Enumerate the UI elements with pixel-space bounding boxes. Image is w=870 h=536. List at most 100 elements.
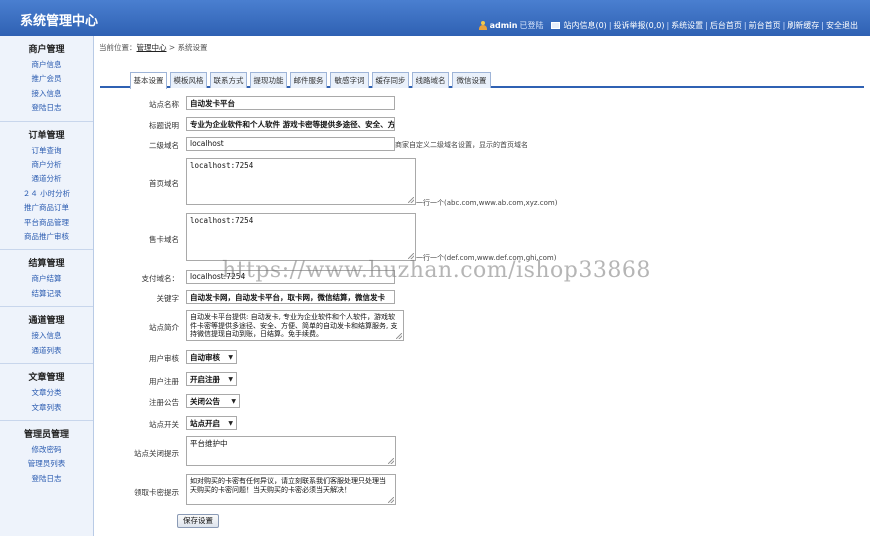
breadcrumb-home-link[interactable]: 管理中心 xyxy=(137,43,167,52)
resize-grip-icon[interactable] xyxy=(388,497,394,503)
save-settings-button[interactable]: 保存设置 xyxy=(177,514,219,528)
site-intro-textarea[interactable]: 自动发卡平台提供: 自动发卡, 专业为企业软件和个人软件，游戏软件卡密等提供多途… xyxy=(186,310,404,341)
tab-contact[interactable]: 联系方式 xyxy=(210,72,247,88)
sidebar-item-article-list[interactable]: 文章列表 xyxy=(0,401,93,415)
sidebar-group-title: 通道管理 xyxy=(28,316,65,327)
resize-grip-icon[interactable] xyxy=(408,253,414,259)
site-switch-select[interactable]: 站点开启 ▼ xyxy=(186,416,237,430)
sidebar-group-title: 订单管理 xyxy=(28,130,65,141)
title-desc-input[interactable]: 专业为企业软件和个人软件 游戏卡密等提供多途径、安全、方 xyxy=(186,117,395,131)
site-closed-tip-textarea[interactable]: 平台维护中 xyxy=(186,436,396,466)
breadcrumb: 当前位置：管理中心 > 系统设置 xyxy=(99,43,208,52)
tab-template[interactable]: 模板风格 xyxy=(170,72,207,88)
user-review-label: 用户审核 xyxy=(149,354,179,363)
keywords-label: 关键字 xyxy=(156,294,180,303)
user-icon xyxy=(478,21,487,30)
sidebar-group-merchant: 商户管理 商户信息 推广会员 接入信息 登陆日志 xyxy=(0,36,93,122)
top-header: 系统管理中心 admin 已登陆 站内信息(0) | 投诉举报(0,0) | 系… xyxy=(0,0,870,36)
pay-domain-input[interactable]: localhost:7254 xyxy=(186,270,395,284)
card-domain-hint: 一行一个(def.com,www.def.com,ghi.com) xyxy=(416,254,557,262)
tab-mail[interactable]: 邮件服务 xyxy=(290,72,327,88)
sidebar-item-24h-analysis[interactable]: ２４ 小时分析 xyxy=(0,187,93,201)
site-switch-label: 站点开关 xyxy=(149,420,179,429)
site-closed-tip-label: 站点关闭提示 xyxy=(134,449,179,458)
sidebar: 商户管理 商户信息 推广会员 接入信息 登陆日志 订单管理 订单查询 商户分析 … xyxy=(0,36,94,536)
sidebar-item-login-log[interactable]: 登陆日志 xyxy=(0,101,93,115)
tab-withdraw[interactable]: 提现功能 xyxy=(250,72,287,88)
sidebar-item-admin-list[interactable]: 管理员列表 xyxy=(0,457,93,471)
sidebar-item-merchant-settle[interactable]: 商户结算 xyxy=(0,272,93,286)
sidebar-group-channels: 通道管理 接入信息 通道列表 xyxy=(0,307,93,365)
home-domain-hint: 一行一个(abc.com,www.ab.com,xyz.com) xyxy=(416,199,558,207)
sidebar-group-title: 商户管理 xyxy=(28,45,65,55)
tab-cache-sync[interactable]: 缓存同步 xyxy=(372,72,409,88)
tab-wechat[interactable]: 微信设置 xyxy=(452,72,491,88)
sidebar-group-admins: 管理员管理 修改密码 管理员列表 登陆日志 xyxy=(0,421,93,491)
sidebar-group-settlement: 结算管理 商户结算 结算记录 xyxy=(0,250,93,308)
mail-icon xyxy=(551,22,561,29)
nav-system-settings[interactable]: 系统设置 xyxy=(671,20,703,31)
site-name-input[interactable]: 自动发卡平台 xyxy=(186,96,395,110)
chevron-down-icon: ▼ xyxy=(228,353,233,361)
card-tip-textarea[interactable]: 如对购买的卡密有任何异议，请立刻联系我们客服处理只处理当天购买的卡密问题！当天购… xyxy=(186,474,396,505)
sidebar-item-article-categories[interactable]: 文章分类 xyxy=(0,386,93,400)
sidebar-group-articles: 文章管理 文章分类 文章列表 xyxy=(0,364,93,421)
user-review-select[interactable]: 自动审核 ▼ xyxy=(186,350,237,364)
user-register-select[interactable]: 开启注册 ▼ xyxy=(186,372,237,386)
app-title: 系统管理中心 xyxy=(20,14,99,29)
tab-line-domain[interactable]: 线路域名 xyxy=(412,72,449,88)
sidebar-item-channel-access[interactable]: 接入信息 xyxy=(0,329,93,343)
chevron-down-icon: ▼ xyxy=(228,375,233,383)
nav-refresh-cache[interactable]: 刷新缓存 xyxy=(787,20,819,31)
sidebar-item-access-info[interactable]: 接入信息 xyxy=(0,87,93,101)
sidebar-item-platform-goods[interactable]: 平台商品管理 xyxy=(0,216,93,230)
sidebar-group-orders: 订单管理 订单查询 商户分析 通道分析 ２４ 小时分析 推广商品订单 平台商品管… xyxy=(0,122,93,251)
sidebar-item-settle-records[interactable]: 结算记录 xyxy=(0,287,93,301)
sidebar-item-merchant-analysis[interactable]: 商户分析 xyxy=(0,158,93,172)
login-status: 已登陆 xyxy=(519,21,544,30)
keywords-input[interactable]: 自动发卡网，自动发卡平台，取卡网，微信结算，微信发卡 xyxy=(186,290,395,304)
sidebar-item-promo-orders[interactable]: 推广商品订单 xyxy=(0,201,93,215)
tab-sensitive-words[interactable]: 敏感字词 xyxy=(330,72,369,88)
site-name-label: 站点名称 xyxy=(149,100,179,109)
home-domain-textarea[interactable]: localhost:7254 xyxy=(186,158,416,205)
title-desc-label: 标题说明 xyxy=(149,121,179,130)
top-nav: admin 已登陆 站内信息(0) | 投诉举报(0,0) | 系统设置 | 后… xyxy=(478,20,858,31)
settings-tabs: 基本设置 模板风格 联系方式 提现功能 邮件服务 敏感字词 缓存同步 线路域名 … xyxy=(100,72,864,89)
sidebar-item-admin-login-log[interactable]: 登陆日志 xyxy=(0,472,93,486)
card-domain-textarea[interactable]: localhost:7254 xyxy=(186,213,416,261)
nav-logout[interactable]: 安全退出 xyxy=(826,20,858,31)
resize-grip-icon[interactable] xyxy=(408,197,414,203)
nav-front-home[interactable]: 前台首页 xyxy=(749,20,781,31)
second-domain-hint: 商家自定义二级域名设置，显示的首页域名 xyxy=(395,141,528,149)
second-domain-input[interactable]: localhost xyxy=(186,137,395,151)
sidebar-item-channel-list[interactable]: 通道列表 xyxy=(0,344,93,358)
sidebar-item-promo-members[interactable]: 推广会员 xyxy=(0,72,93,86)
main-content: 当前位置：管理中心 > 系统设置 基本设置 模板风格 联系方式 提现功能 邮件服… xyxy=(95,36,870,536)
resize-grip-icon[interactable] xyxy=(388,458,394,464)
chevron-down-icon: ▼ xyxy=(228,419,233,427)
user-register-label: 用户注册 xyxy=(149,377,179,386)
chevron-down-icon: ▼ xyxy=(231,397,236,405)
home-domain-label: 首页域名 xyxy=(149,179,179,188)
sidebar-item-merchant-info[interactable]: 商户信息 xyxy=(0,58,93,72)
pay-domain-label: 支付域名： xyxy=(141,274,180,283)
sidebar-item-change-password[interactable]: 修改密码 xyxy=(0,443,93,457)
card-tip-label: 领取卡密提示 xyxy=(134,488,179,497)
sidebar-item-goods-review[interactable]: 商品推广审核 xyxy=(0,230,93,244)
sidebar-group-title: 管理员管理 xyxy=(23,429,69,440)
sidebar-group-title: 文章管理 xyxy=(28,373,65,384)
breadcrumb-current: 系统设置 xyxy=(177,43,208,52)
nav-admin-home[interactable]: 后台首页 xyxy=(710,20,742,31)
complaints-link[interactable]: 投诉举报(0,0) xyxy=(614,20,665,31)
card-domain-label: 售卡域名 xyxy=(149,235,179,244)
messages-link[interactable]: 站内信息(0) xyxy=(563,20,606,31)
resize-grip-icon[interactable] xyxy=(396,333,402,339)
sidebar-item-order-query[interactable]: 订单查询 xyxy=(0,144,93,158)
tab-basic[interactable]: 基本设置 xyxy=(130,72,167,89)
site-intro-label: 站点简介 xyxy=(149,323,179,332)
username[interactable]: admin xyxy=(490,21,518,30)
sidebar-item-channel-analysis[interactable]: 通道分析 xyxy=(0,172,93,186)
register-notice-select[interactable]: 关闭公告 ▼ xyxy=(186,394,240,408)
sidebar-group-title: 结算管理 xyxy=(28,259,65,270)
